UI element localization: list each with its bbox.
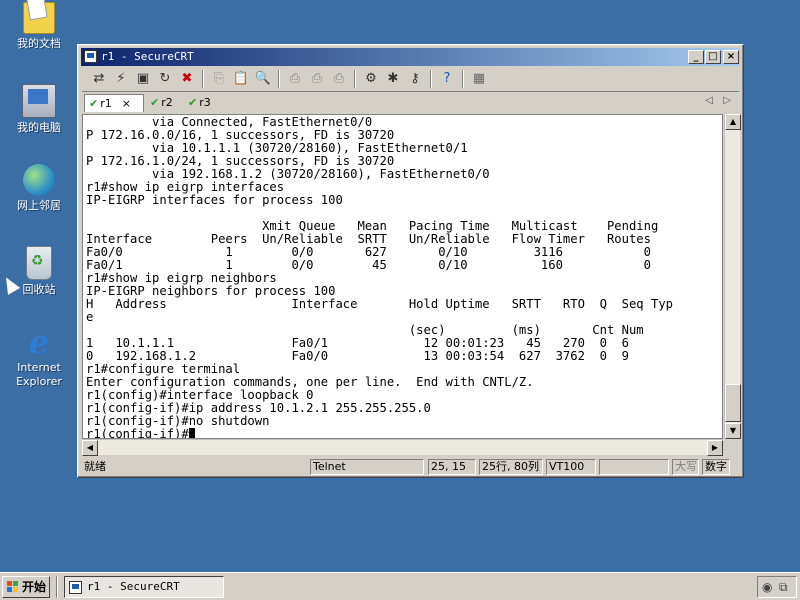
desktop-icon-my-documents[interactable]: 我的文档: [8, 2, 70, 51]
paste-icon[interactable]: 📋: [232, 70, 250, 88]
internet-explorer-icon: e: [28, 323, 50, 361]
taskbar-item-label: r1 - SecureCRT: [87, 580, 180, 593]
taskbar-item-securecrt[interactable]: r1 - SecureCRT: [64, 576, 224, 598]
scroll-left-icon[interactable]: ◀: [82, 440, 98, 456]
toolbar: ⇄ ⚡ ▣ ↻ ✖ ⎘ 📋 🔍 ⎙ ⎙ ⎙ ⚙ ✱ ⚷ ? ▦: [82, 67, 739, 92]
disconnect-icon[interactable]: ✖: [178, 70, 196, 88]
desktop-icon-my-computer[interactable]: 我的电脑: [8, 84, 70, 135]
network-places-icon: [23, 164, 55, 196]
tab-r2[interactable]: ✔ r2: [150, 94, 173, 112]
taskbar: 开始 r1 - SecureCRT ◉ ⧉: [0, 572, 800, 600]
toolbar-separator: [278, 70, 280, 88]
print-icon[interactable]: ⎙: [286, 70, 304, 88]
copy-icon[interactable]: ⎘: [210, 70, 228, 88]
taskbar-divider: [56, 576, 58, 598]
window-title: r1 - SecureCRT: [101, 50, 194, 63]
connected-check-icon: ✔: [188, 96, 198, 109]
status-cursor-position: 25, 15: [428, 459, 476, 475]
status-emulation: VT100: [546, 459, 596, 475]
system-tray: ◉ ⧉: [757, 576, 797, 598]
terminal-line: r1(config-if)#: [86, 428, 673, 438]
reconnect-icon[interactable]: ↻: [156, 70, 174, 88]
desktop-icon-label: Internet Explorer: [16, 361, 62, 388]
maximize-button[interactable]: □: [705, 50, 721, 64]
terminal-output: via Connected, FastEthernet0/0 P 172.16.0…: [86, 116, 673, 438]
minimize-button[interactable]: _: [688, 50, 704, 64]
recycle-bin-icon: [26, 246, 52, 280]
network-tray-icon[interactable]: ⧉: [779, 580, 788, 595]
terminal-cursor: [188, 428, 195, 438]
scroll-right-icon[interactable]: ▶: [707, 440, 723, 456]
session-tabbar: ✔ r1 × ✔ r2 ✔ r3 ◁ ▷: [82, 93, 739, 113]
desktop-icon-label: 我的文档: [17, 37, 61, 50]
close-button[interactable]: ×: [723, 50, 739, 64]
print-setup-icon[interactable]: ⎙: [330, 70, 348, 88]
status-num-lock: 数字: [702, 459, 730, 475]
sftp-icon[interactable]: ▦: [470, 70, 488, 88]
toolbar-separator: [202, 70, 204, 88]
window-titlebar[interactable]: r1 - SecureCRT _ □ ×: [81, 48, 740, 66]
session-options-icon[interactable]: ⚙: [362, 70, 380, 88]
tab-r1[interactable]: ✔ r1 ×: [84, 94, 144, 112]
terminal-screen[interactable]: via Connected, FastEthernet0/0 P 172.16.0…: [82, 114, 723, 439]
help-icon[interactable]: ?: [438, 70, 456, 88]
connect-icon[interactable]: ⇄: [90, 70, 108, 88]
toolbar-separator: [430, 70, 432, 88]
connected-check-icon: ✔: [89, 97, 99, 110]
my-documents-icon: [23, 2, 55, 34]
tab-close-icon[interactable]: ×: [122, 97, 131, 110]
print-selection-icon[interactable]: ⎙: [308, 70, 326, 88]
securecrt-app-icon[interactable]: [84, 50, 97, 63]
tab-scroll-right-icon[interactable]: ▷: [723, 95, 731, 106]
securecrt-app-icon: [69, 581, 82, 594]
volume-icon[interactable]: ◉: [762, 580, 772, 594]
desktop-icon-internet-explorer[interactable]: e Internet Explorer: [8, 326, 70, 389]
status-caps-lock: 大写: [672, 459, 699, 475]
securecrt-window: r1 - SecureCRT _ □ × ⇄ ⚡ ▣ ↻ ✖ ⎘ 📋 🔍 ⎙ ⎙…: [77, 44, 744, 478]
start-label: 开始: [22, 580, 47, 594]
status-empty-field: [599, 459, 669, 475]
vertical-scrollbar[interactable]: ▲ ▼: [724, 114, 741, 439]
terminal-line: IP-EIGRP interfaces for process 100: [86, 193, 343, 207]
tab-scroll-left-icon[interactable]: ◁: [705, 95, 713, 106]
keymap-icon[interactable]: ⚷: [406, 70, 424, 88]
find-icon[interactable]: 🔍: [254, 70, 272, 88]
toolbar-separator: [354, 70, 356, 88]
tab-label: r2: [161, 96, 173, 109]
start-button[interactable]: 开始: [2, 576, 50, 598]
terminal-line: H Address Interface Hold Uptime SRTT RTO…: [86, 297, 673, 311]
desktop-icon-label: 网上邻居: [17, 199, 61, 212]
desktop-icon-network-places[interactable]: 网上邻居: [8, 164, 70, 213]
tab-label: r1: [100, 97, 112, 110]
quick-connect-icon[interactable]: ⚡: [112, 70, 130, 88]
horizontal-scrollbar[interactable]: ◀ ▶: [82, 439, 723, 456]
global-options-icon[interactable]: ✱: [384, 70, 402, 88]
my-computer-icon: [22, 84, 56, 118]
statusbar: 就绪 Telnet 25, 15 25行, 80列 VT100 大写 数字: [82, 458, 739, 476]
status-ready: 就绪: [84, 460, 106, 473]
connect-in-tab-icon[interactable]: ▣: [134, 70, 152, 88]
windows-logo-icon: [7, 581, 19, 593]
scroll-up-icon[interactable]: ▲: [725, 114, 741, 130]
tab-r3[interactable]: ✔ r3: [188, 94, 211, 112]
scrollbar-thumb[interactable]: [725, 384, 741, 422]
status-terminal-size: 25行, 80列: [479, 459, 543, 475]
toolbar-separator: [462, 70, 464, 88]
connected-check-icon: ✔: [150, 96, 160, 109]
tab-label: r3: [199, 96, 211, 109]
status-protocol: Telnet: [310, 459, 424, 475]
scroll-down-icon[interactable]: ▼: [725, 423, 741, 439]
desktop-icon-label: 我的电脑: [17, 121, 61, 134]
